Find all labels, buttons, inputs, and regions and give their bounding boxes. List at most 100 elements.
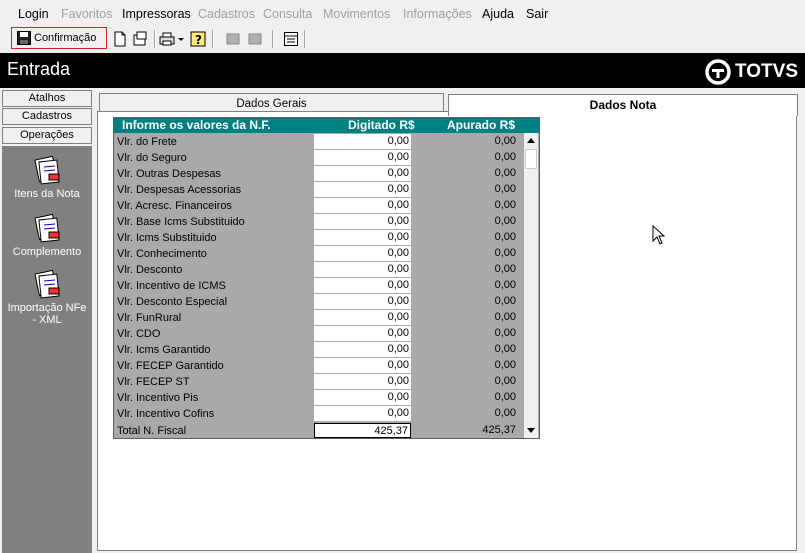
menu-ajuda[interactable]: Ajuda xyxy=(482,7,514,21)
digitado-cell[interactable]: 0,00 xyxy=(314,198,411,213)
menu-impressoras[interactable]: Impressoras xyxy=(122,7,191,21)
digitado-cell[interactable]: 0,00 xyxy=(314,310,411,325)
row-label: Vlr. Desconto xyxy=(117,264,183,276)
table-row: Vlr. Desconto 0,00 0,00 xyxy=(114,262,524,278)
grid-header: Informe os valores da N.F. Digitado R$ A… xyxy=(114,118,539,133)
row-label: Vlr. CDO xyxy=(117,328,161,340)
digitado-cell[interactable]: 0,00 xyxy=(314,390,411,405)
item-label: Itens da Nota xyxy=(14,188,80,200)
scroll-down-icon[interactable] xyxy=(525,423,537,437)
apurado-cell: 0,00 xyxy=(494,343,516,355)
row-label: Vlr. Icms Garantido xyxy=(117,344,211,356)
item-complemento[interactable]: Complemento xyxy=(2,212,92,258)
table-row: Vlr. Conhecimento 0,00 0,00 xyxy=(114,246,524,262)
grid-header-title: Informe os valores da N.F. xyxy=(122,118,271,132)
row-label: Vlr. do Frete xyxy=(117,136,177,148)
table-row: Vlr. Acresc. Financeiros 0,00 0,00 xyxy=(114,198,524,214)
row-label: Vlr. Outras Despesas xyxy=(117,168,221,180)
row-label: Vlr. Desconto Especial xyxy=(117,296,228,308)
tool1-icon[interactable] xyxy=(225,31,241,47)
grid-header-digitado: Digitado R$ xyxy=(348,118,415,132)
digitado-cell[interactable]: 0,00 xyxy=(314,150,411,165)
dropdown-arrow-icon[interactable] xyxy=(177,31,185,47)
apurado-cell: 0,00 xyxy=(494,391,516,403)
total-row: Total N. Fiscal 425,37 425,37 xyxy=(114,423,524,439)
table-row: Vlr. Incentivo Cofins 0,00 0,00 xyxy=(114,406,524,422)
tab-operacoes[interactable]: Operações xyxy=(2,127,92,144)
item-itens-da-nota[interactable]: Itens da Nota xyxy=(2,154,92,200)
digitado-cell[interactable]: 0,00 xyxy=(314,134,411,149)
table-row: Vlr. FunRural 0,00 0,00 xyxy=(114,310,524,326)
help-icon[interactable]: ? xyxy=(190,31,206,47)
tab-cadastros[interactable]: Cadastros xyxy=(2,108,92,125)
apurado-cell: 0,00 xyxy=(494,279,516,291)
row-label: Vlr. FunRural xyxy=(117,312,182,324)
digitado-cell[interactable]: 0,00 xyxy=(314,358,411,373)
digitado-cell[interactable]: 0,00 xyxy=(314,214,411,229)
apurado-cell: 0,00 xyxy=(494,407,516,419)
menu-informacoes[interactable]: Informações xyxy=(403,7,472,21)
digitado-cell[interactable]: 0,00 xyxy=(314,182,411,197)
table-row: Vlr. FECEP Garantido 0,00 0,00 xyxy=(114,358,524,374)
item-label: Complemento xyxy=(12,246,82,258)
menu-consulta[interactable]: Consulta xyxy=(263,7,312,21)
digitado-cell[interactable]: 0,00 xyxy=(314,166,411,181)
apurado-cell: 0,00 xyxy=(494,311,516,323)
apurado-cell: 0,00 xyxy=(494,183,516,195)
grid-header-apurado: Apurado R$ xyxy=(447,118,516,132)
calendar-icon[interactable] xyxy=(283,31,299,47)
menu-cadastros[interactable]: Cadastros xyxy=(198,7,255,21)
table-row: Vlr. Base Icms Substituido 0,00 0,00 xyxy=(114,214,524,230)
total-apurado-cell: 425,37 xyxy=(482,424,516,436)
menu-favoritos[interactable]: Favoritos xyxy=(61,7,112,21)
tool2-icon[interactable] xyxy=(247,31,263,47)
print-icon[interactable] xyxy=(159,31,175,47)
menu-movimentos[interactable]: Movimentos xyxy=(323,7,390,21)
digitado-cell[interactable]: 0,00 xyxy=(314,406,411,421)
table-row: Vlr. do Seguro 0,00 0,00 xyxy=(114,150,524,166)
item-importacao-nfe-xml[interactable]: Importação NFe - XML xyxy=(2,268,92,326)
digitado-cell[interactable]: 0,00 xyxy=(314,294,411,309)
digitado-cell[interactable]: 0,00 xyxy=(314,246,411,261)
apurado-cell: 0,00 xyxy=(494,215,516,227)
digitado-cell[interactable]: 0,00 xyxy=(314,230,411,245)
apurado-cell: 0,00 xyxy=(494,375,516,387)
menu-login[interactable]: Login xyxy=(18,7,49,21)
open-icon[interactable] xyxy=(132,31,148,47)
document-stack-icon xyxy=(34,269,60,299)
row-label: Vlr. Incentivo de ICMS xyxy=(117,280,226,292)
digitado-cell[interactable]: 0,00 xyxy=(314,326,411,341)
total-digitado-cell[interactable]: 425,37 xyxy=(314,423,411,438)
confirm-button-label: Confirmação xyxy=(34,32,97,44)
row-label: Vlr. Icms Substituido xyxy=(117,232,217,244)
apurado-cell: 0,00 xyxy=(494,327,516,339)
save-icon xyxy=(17,31,31,45)
new-document-icon[interactable] xyxy=(112,31,128,47)
window-title-bar: Entrada xyxy=(0,53,805,88)
document-stack-icon xyxy=(34,213,60,243)
toolbar: Confirmação ? xyxy=(0,27,805,53)
confirm-button[interactable]: Confirmação xyxy=(11,27,107,49)
apurado-cell: 0,00 xyxy=(494,167,516,179)
digitado-cell[interactable]: 0,00 xyxy=(314,374,411,389)
row-label: Vlr. FECEP Garantido xyxy=(117,360,224,372)
row-label: Vlr. FECEP ST xyxy=(117,376,190,388)
digitado-cell[interactable]: 0,00 xyxy=(314,342,411,357)
table-row: Vlr. Icms Garantido 0,00 0,00 xyxy=(114,342,524,358)
digitado-cell[interactable]: 0,00 xyxy=(314,262,411,277)
digitado-cell[interactable]: 0,00 xyxy=(314,278,411,293)
scroll-up-icon[interactable] xyxy=(525,134,537,148)
row-label: Vlr. Incentivo Cofins xyxy=(117,408,215,420)
row-label: Vlr. Acresc. Financeiros xyxy=(117,200,232,212)
scroll-thumb[interactable] xyxy=(525,149,537,169)
toolbar-separator xyxy=(272,30,274,48)
grid-scrollbar[interactable] xyxy=(524,133,538,438)
menu-bar: Login Favoritos Impressoras Cadastros Co… xyxy=(0,0,805,27)
logo-text: TOTVS xyxy=(735,61,798,82)
apurado-cell: 0,00 xyxy=(494,231,516,243)
page-title: Entrada xyxy=(7,59,71,79)
totvs-logo: TOTVS xyxy=(705,59,798,85)
tab-dados-nota[interactable]: Dados Nota xyxy=(448,94,798,116)
menu-sair[interactable]: Sair xyxy=(526,7,548,21)
tab-atalhos[interactable]: Atalhos xyxy=(2,90,92,107)
